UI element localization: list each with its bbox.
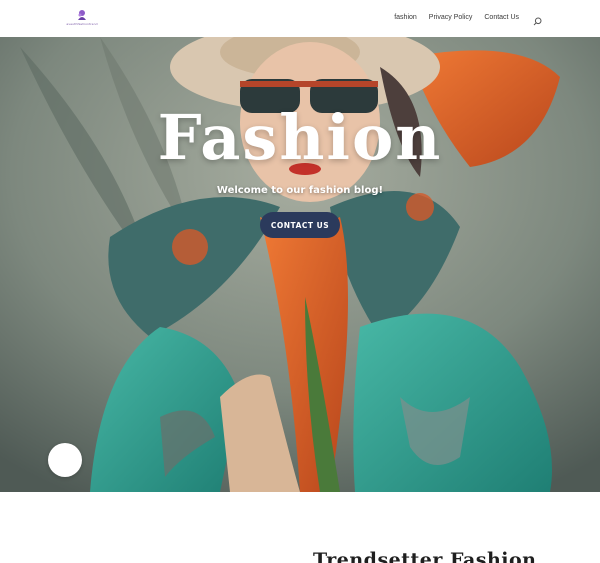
site-header: aveuthfashiontrend fashion Privacy Polic… <box>0 0 600 37</box>
hero-section: Fashion Welcome to our fashion blog! CON… <box>0 37 600 492</box>
nav-contact-us[interactable]: Contact Us <box>484 14 519 21</box>
nav-privacy-policy[interactable]: Privacy Policy <box>429 14 473 21</box>
site-logo[interactable]: aveuthfashiontrend <box>62 9 102 29</box>
hero-title: Fashion <box>157 101 443 174</box>
scroll-down-button[interactable] <box>48 443 82 477</box>
contact-us-button[interactable]: CONTACT US <box>260 212 340 238</box>
logo-icon <box>78 10 86 20</box>
hero-subtitle: Welcome to our fashion blog! <box>216 185 384 196</box>
search-icon[interactable] <box>533 13 542 26</box>
section-title: Trendsetter Fashion <box>313 549 537 563</box>
main-nav: fashion Privacy Policy Contact Us <box>394 13 542 26</box>
nav-fashion[interactable]: fashion <box>394 14 417 21</box>
logo-text: aveuthfashiontrend <box>66 22 98 26</box>
